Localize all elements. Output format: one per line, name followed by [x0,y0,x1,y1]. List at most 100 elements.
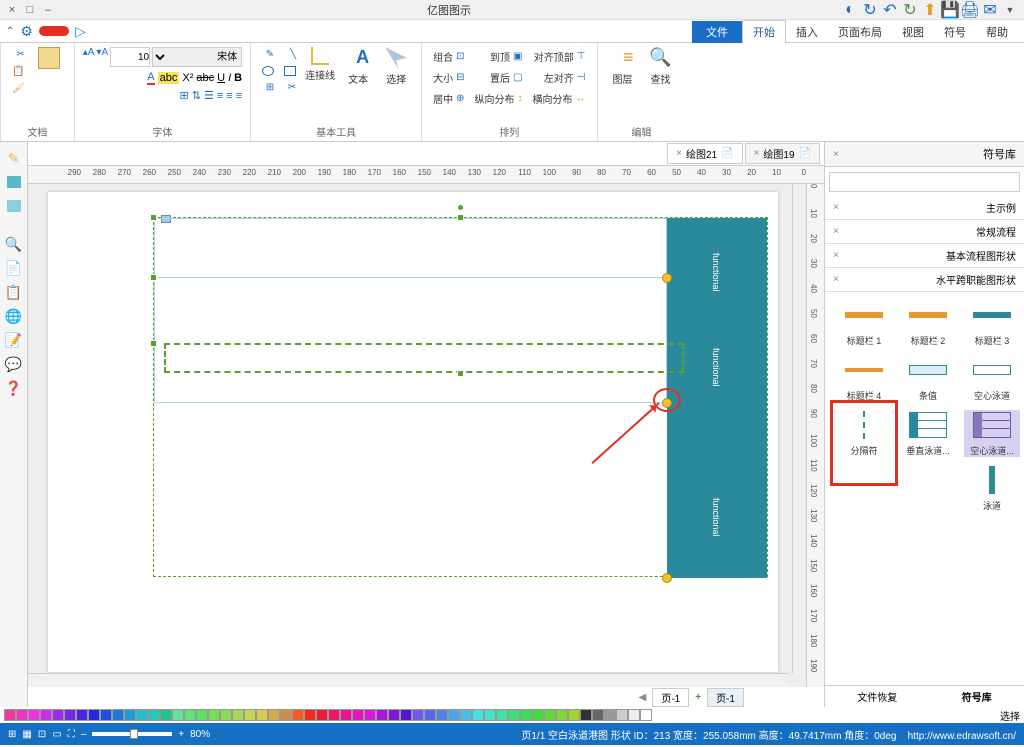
text-direction-icon[interactable]: ⊞ [180,89,189,102]
color-swatch[interactable] [568,709,580,721]
color-swatch[interactable] [160,709,172,721]
align-top-button[interactable]: ⊤对齐顶部 [530,47,589,66]
underline-button[interactable]: U [217,72,225,84]
lane-row-1[interactable] [154,218,667,278]
color-swatch[interactable] [388,709,400,721]
color-swatch[interactable] [472,709,484,721]
collapse-icon[interactable]: ⌃ [6,26,14,37]
color-swatch[interactable] [172,709,184,721]
connection-point[interactable] [662,573,672,583]
page-tab-active[interactable]: 页-1 [707,688,744,707]
size-button[interactable]: ⊟大小 [430,68,467,87]
highlight-button[interactable]: abc [158,72,180,84]
footer-tab-library[interactable]: 符号库 [962,689,992,704]
redo-icon[interactable]: ↻ [862,2,878,18]
align-left-button[interactable]: ⊢左对齐 [530,68,589,87]
front-button[interactable]: ▣到顶 [472,47,526,66]
color-swatch[interactable] [4,709,16,721]
tab-home[interactable]: 开始 [742,20,786,43]
bullet-list-icon[interactable]: ☰ [204,89,214,102]
color-swatch[interactable] [508,709,520,721]
color-swatch[interactable] [64,709,76,721]
h-scrollbar[interactable] [28,673,788,687]
undo-icon[interactable]: ↶ [882,2,898,18]
shape-titlebar-3[interactable]: 标题栏 3 [964,300,1020,347]
grid-view-icon[interactable]: ⊞ [8,729,16,740]
refresh-icon[interactable]: ↻ [902,2,918,18]
connection-point[interactable] [662,273,672,283]
shape-side-tool[interactable] [4,172,24,192]
color-swatch[interactable] [364,709,376,721]
close-icon[interactable]: × [676,148,682,159]
tab-symbols[interactable]: 符号 [934,21,976,43]
color-swatch[interactable] [628,709,640,721]
rotate-handle[interactable] [457,204,464,211]
color-swatch[interactable] [220,709,232,721]
collapse-icon[interactable]: × [833,274,839,285]
color-swatch[interactable] [256,709,268,721]
pencil-side-tool[interactable]: ✎ [4,148,24,168]
comment-side-tool[interactable]: 💬 [4,354,24,374]
gear-icon[interactable]: ⚙ [20,23,33,40]
grid-tool[interactable]: ⊞ [259,80,277,95]
font-family-select[interactable]: 宋体 [152,47,242,67]
find-button[interactable]: 🔍查找 [644,47,678,86]
zoom-out-button[interactable]: – [81,729,87,740]
zoom-slider[interactable] [92,732,172,736]
font-size-input[interactable] [110,47,150,67]
color-swatch[interactable] [424,709,436,721]
align-right-icon[interactable]: ≡ [217,90,223,102]
close-button[interactable]: × [4,2,20,18]
color-swatch[interactable] [376,709,388,721]
section-header[interactable]: ×主示例 [825,196,1024,220]
color-swatch[interactable] [136,709,148,721]
resize-handle[interactable] [150,340,157,347]
color-swatch[interactable] [484,709,496,721]
zoom-in-button[interactable]: + [178,729,184,740]
select-tool[interactable]: 选择 [379,47,413,86]
color-swatch[interactable] [124,709,136,721]
color-swatch[interactable] [52,709,64,721]
font-color-button[interactable]: A [147,71,154,85]
close-icon[interactable]: × [754,148,760,159]
crop-tool[interactable]: ✂ [281,80,299,95]
fill-side-tool[interactable] [4,196,24,216]
collapse-icon[interactable]: × [833,226,839,237]
color-swatch[interactable] [496,709,508,721]
fit-view-icon[interactable]: ⊡ [38,729,46,740]
color-swatch[interactable] [556,709,568,721]
file-tab[interactable]: 文件 [692,21,742,43]
color-swatch[interactable] [640,709,652,721]
shape-lane[interactable]: 泳道 [964,465,1020,512]
panel-close-icon[interactable]: × [833,149,839,160]
connector-tool[interactable]: 连接线 [303,47,337,82]
group-button[interactable]: ⊡组合 [430,47,467,66]
color-swatch[interactable] [232,709,244,721]
line-tool[interactable]: ╲ [281,47,299,62]
print-icon[interactable]: 🖨 [962,2,978,18]
back-button[interactable]: ▢置后 [472,68,526,87]
color-swatch[interactable] [604,709,616,721]
v-scrollbar[interactable] [792,184,806,673]
doc-tab[interactable]: × 绘图19 📄 [745,143,820,164]
color-swatch[interactable] [112,709,124,721]
shape-titlebar-4[interactable]: 标题栏 4 [836,355,892,402]
color-swatch[interactable] [412,709,424,721]
resize-handle[interactable] [150,274,157,281]
color-swatch[interactable] [268,709,280,721]
color-swatch[interactable] [316,709,328,721]
color-swatch[interactable] [340,709,352,721]
color-swatch[interactable] [16,709,28,721]
tab-view[interactable]: 视图 [892,21,934,43]
tab-help[interactable]: 帮助 [976,21,1018,43]
tab-page-layout[interactable]: 页面布局 [828,21,892,43]
color-swatch[interactable] [580,709,592,721]
swimlane-shape[interactable]: functional functional functional [153,217,768,577]
collapse-icon[interactable]: × [833,202,839,213]
color-swatch[interactable] [304,709,316,721]
lane-row-2[interactable] [154,278,667,403]
shape-empty-lane[interactable]: 空心泳道 [964,355,1020,402]
help-icon[interactable]: ◐ [842,2,858,18]
maximize-button[interactable]: □ [22,2,38,18]
color-swatch[interactable] [148,709,160,721]
